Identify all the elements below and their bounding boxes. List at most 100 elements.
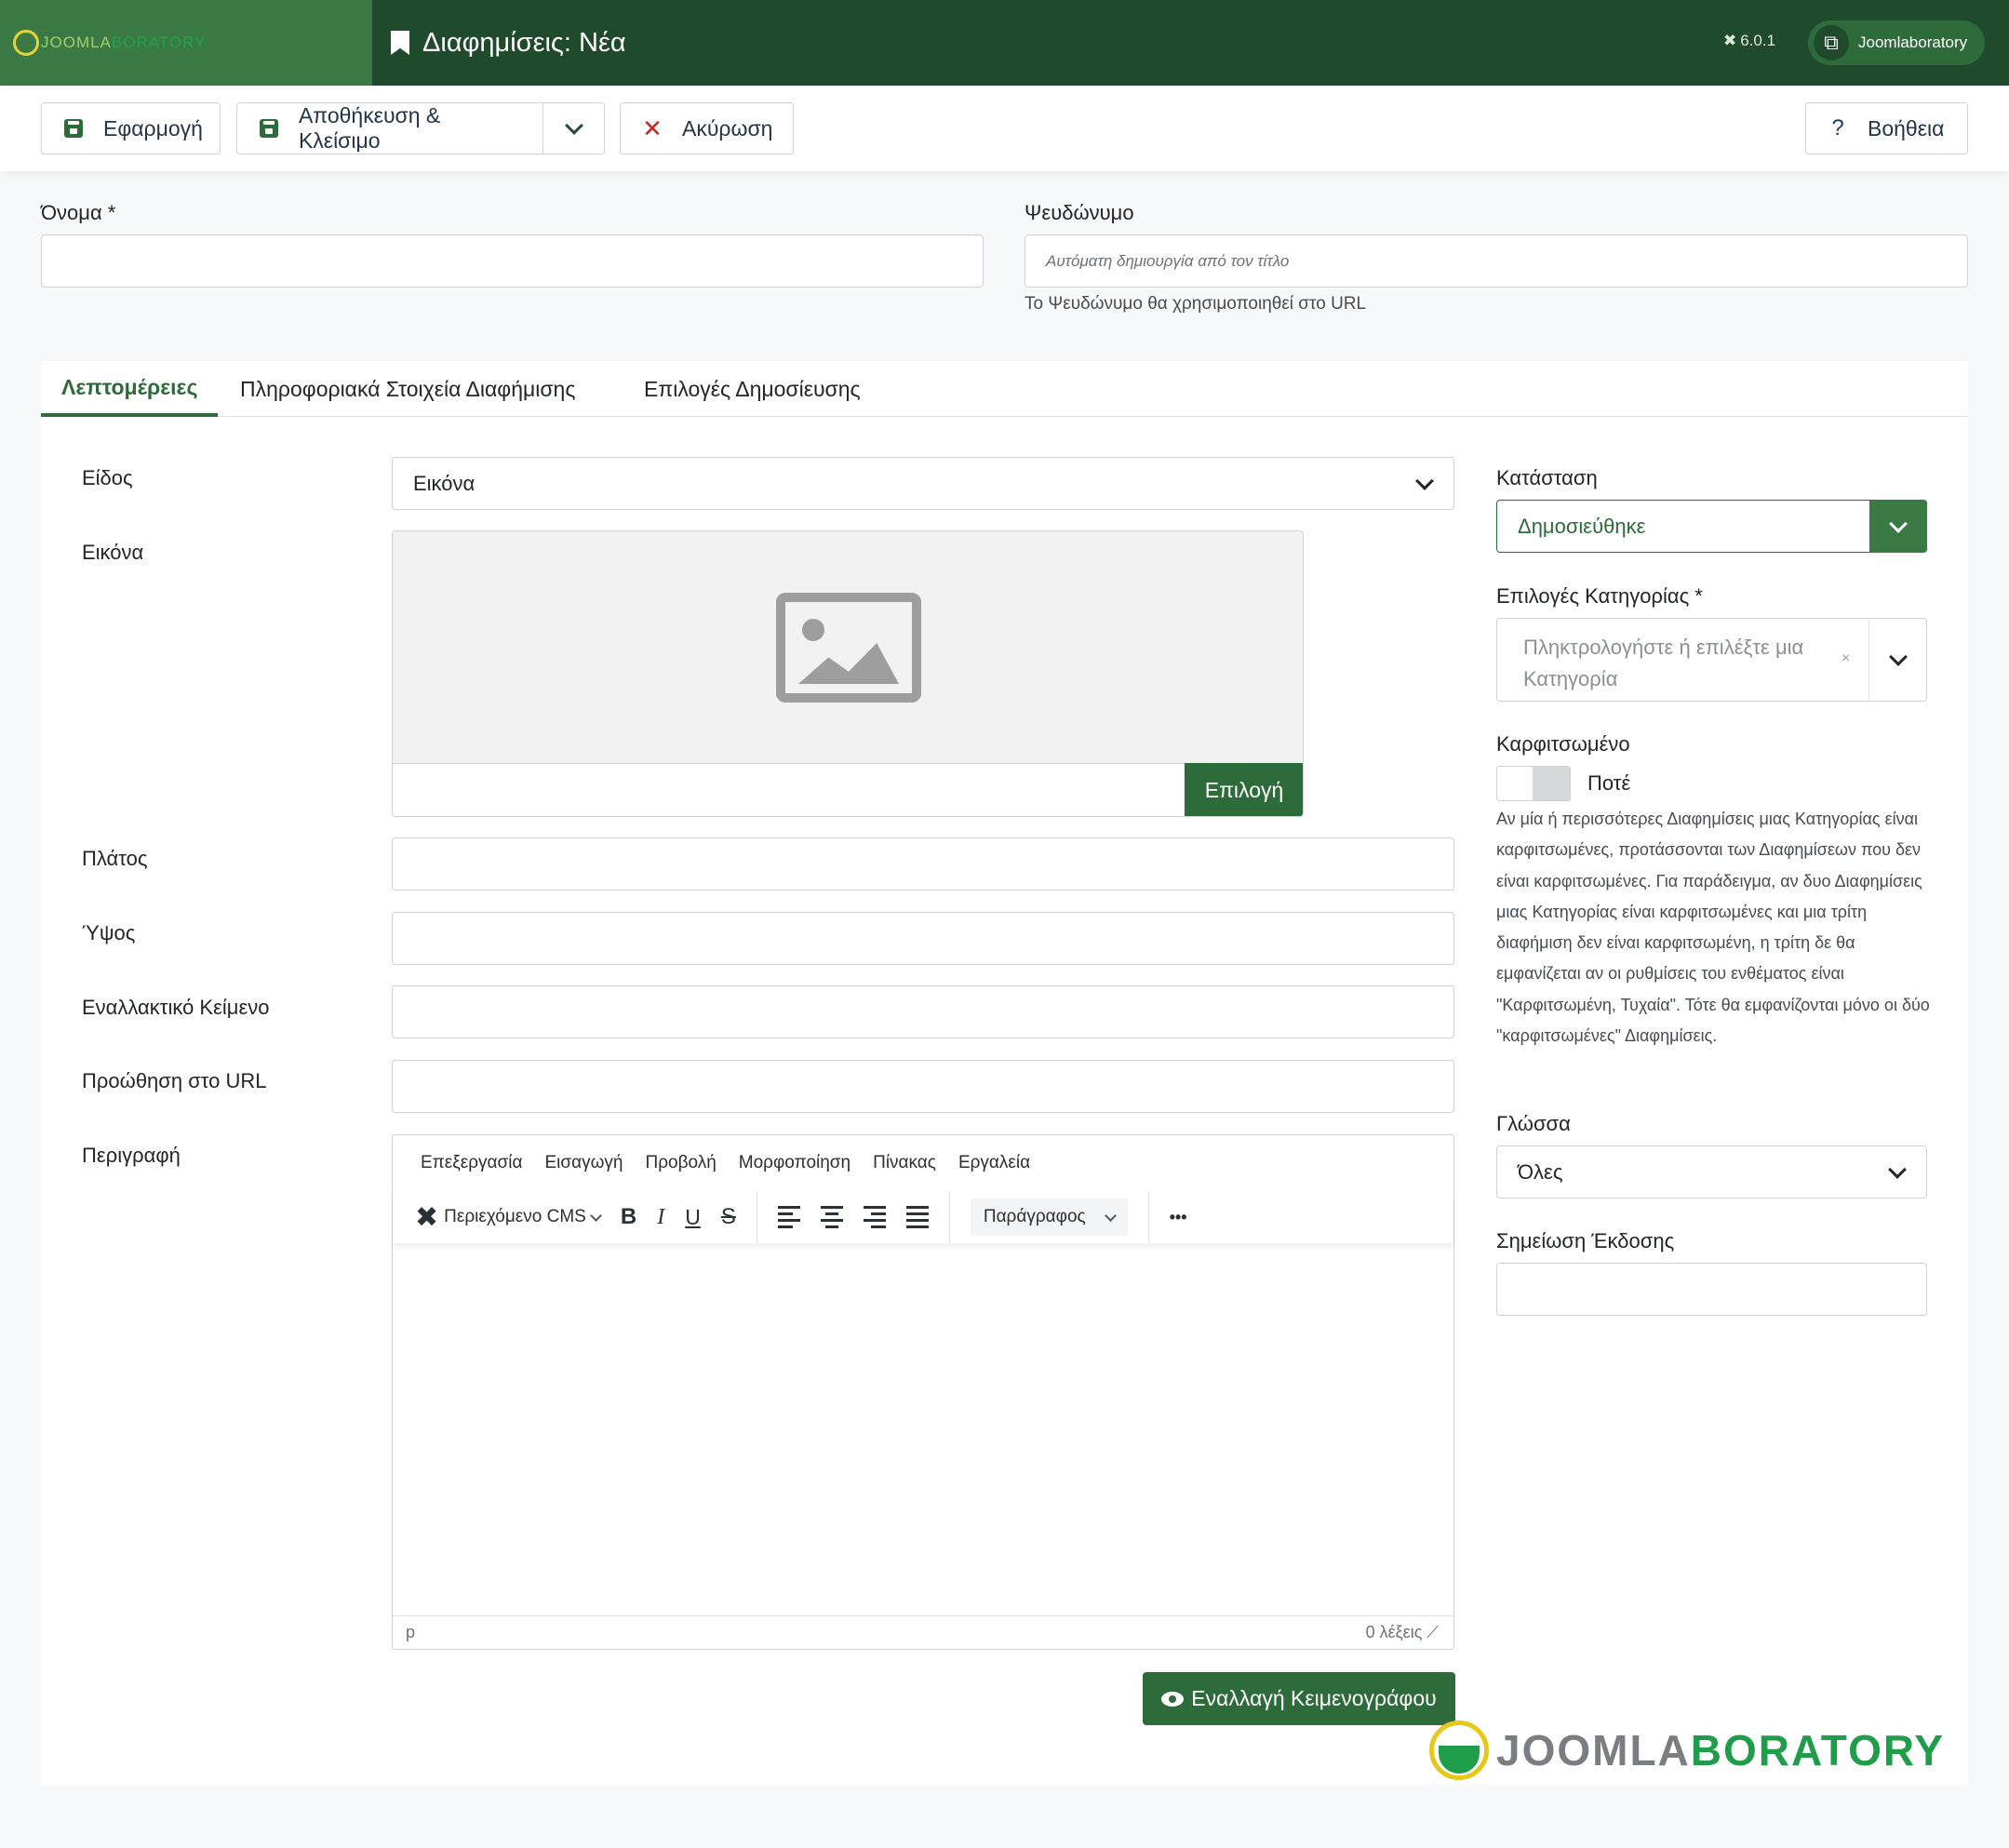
name-input[interactable] — [41, 234, 984, 288]
language-label: Γλώσσα — [1496, 1112, 1571, 1135]
save-icon — [259, 119, 278, 138]
category-placeholder: Πληκτρολογήστε ή επιλέξτε μια Κατηγορία — [1523, 636, 1804, 690]
menu-format[interactable]: Μορφοποίηση — [739, 1153, 850, 1173]
external-link-icon: ⧉ — [1814, 25, 1849, 60]
site-link-button[interactable]: ⧉ Joomlaboratory — [1808, 20, 1985, 65]
type-label: Είδος — [82, 466, 133, 489]
pinned-value: Ποτέ — [1587, 771, 1631, 795]
chevron-down-icon — [1888, 648, 1908, 666]
pinned-label: Καρφιτσωμένο — [1496, 732, 1630, 756]
resize-handle-icon[interactable]: ⟋ — [1426, 1623, 1439, 1641]
menu-insert[interactable]: Εισαγωγή — [544, 1153, 623, 1173]
chevron-down-icon — [1889, 514, 1908, 533]
pinned-toggle[interactable] — [1496, 766, 1571, 801]
align-justify-icon[interactable] — [905, 1206, 929, 1228]
menu-tools[interactable]: Εργαλεία — [958, 1153, 1030, 1173]
tab-banner-info[interactable]: Πληροφοριακά Στοιχεία Διαφήμισης — [220, 361, 596, 417]
watermark-logo: JOOMLABORATORY — [1429, 1718, 1945, 1783]
help-button[interactable]: ? Βοήθεια — [1805, 102, 1968, 154]
apply-button[interactable]: Εφαρμογή — [41, 102, 221, 154]
status-label: Κατάσταση — [1496, 466, 1598, 489]
save-dropdown-toggle[interactable] — [542, 103, 604, 154]
cancel-button[interactable]: ✕ Ακύρωση — [620, 102, 794, 154]
image-label: Εικόνα — [82, 541, 144, 564]
alias-placeholder: Αυτόματη δημιουργία από τον τίτλο — [1046, 252, 1290, 270]
joomla-logo-icon — [13, 30, 39, 56]
status-select[interactable]: Δημοσιεύθηκε — [1496, 500, 1927, 553]
chevron-down-icon — [589, 1209, 602, 1222]
align-center-icon[interactable] — [820, 1206, 843, 1228]
align-left-icon[interactable] — [777, 1206, 800, 1228]
chevron-down-icon — [564, 116, 583, 135]
editor-content-area[interactable] — [393, 1243, 1453, 1615]
image-placeholder-icon — [776, 593, 921, 703]
underline-button[interactable]: U — [685, 1205, 701, 1230]
strikethrough-button[interactable]: S — [721, 1204, 736, 1230]
editor-statusbar: p 0 λέξεις ⟋ — [393, 1615, 1453, 1649]
description-editor: Επεξεργασία Εισαγωγή Προβολή Μορφοποίηση… — [392, 1134, 1454, 1650]
menu-view[interactable]: Προβολή — [645, 1153, 716, 1173]
description-label: Περιγραφή — [82, 1144, 181, 1167]
height-input[interactable] — [392, 912, 1454, 965]
clear-icon[interactable]: × — [1842, 650, 1850, 667]
version-note-label: Σημείωση Έκδοσης — [1496, 1229, 1675, 1252]
category-select[interactable]: Πληκτρολογήστε ή επιλέξτε μια Κατηγορία … — [1496, 618, 1927, 702]
italic-button[interactable]: I — [657, 1205, 664, 1230]
toolbar: Εφαρμογή Αποθήκευση & Κλείσιμο ✕ Ακύρωση… — [0, 86, 2009, 171]
top-header: JOOMLABORATORY Διαφημίσεις: Νέα ✖ 6.0.1 … — [0, 0, 2009, 86]
toggle-editor-button[interactable]: Εναλλαγή Κειμενογράφου — [1143, 1672, 1455, 1725]
pinned-description: Αν μία ή περισσότερες Διαφημίσεις μιας Κ… — [1496, 810, 1930, 1046]
language-select[interactable]: Όλες — [1496, 1145, 1927, 1199]
joomla-icon: ✖ — [415, 1201, 439, 1233]
alias-label: Ψευδώνυμο — [1025, 201, 1134, 224]
version-badge: ✖ 6.0.1 — [1723, 32, 1775, 50]
align-right-icon[interactable] — [863, 1206, 886, 1228]
more-icon[interactable]: ••• — [1170, 1208, 1187, 1227]
menu-edit[interactable]: Επεξεργασία — [421, 1153, 522, 1173]
question-icon: ? — [1831, 115, 1844, 141]
tab-details[interactable]: Λεπτομέρειες — [41, 361, 219, 417]
type-select[interactable]: Εικόνα — [392, 457, 1454, 510]
eye-icon — [1161, 1691, 1185, 1707]
menu-table[interactable]: Πίνακας — [873, 1153, 936, 1173]
page-title-text: Διαφημίσεις: Νέα — [422, 27, 626, 58]
name-label: Όνομα * — [41, 201, 116, 224]
version-text: 6.0.1 — [1740, 32, 1776, 49]
width-input[interactable] — [392, 837, 1454, 891]
alias-help: Το Ψευδώνυμο θα χρησιμοποιηθεί στο URL — [1025, 294, 1367, 314]
editor-menubar: Επεξεργασία Εισαγωγή Προβολή Μορφοποίηση… — [393, 1135, 1453, 1191]
save-close-button[interactable]: Αποθήκευση & Κλείσιμο — [236, 102, 605, 154]
paragraph-select[interactable]: Παράγραφος — [970, 1199, 1128, 1236]
alt-text-label: Εναλλακτικό Κείμενο — [82, 996, 270, 1019]
site-link-label: Joomlaboratory — [1858, 33, 1968, 51]
cms-content-button[interactable]: ✖ Περιεχόμενο CMS — [415, 1201, 602, 1234]
chevron-down-icon — [1415, 471, 1434, 490]
tab-publishing[interactable]: Επιλογές Δημοσίευσης — [623, 361, 881, 417]
chevron-down-icon — [1888, 1159, 1907, 1179]
alias-input[interactable]: Αυτόματη δημιουργία από τον τίτλο — [1025, 234, 1968, 288]
bold-button[interactable]: B — [621, 1204, 636, 1230]
toggle-knob — [1533, 767, 1570, 800]
editor-toolbar: ✖ Περιεχόμενο CMS B I U S Παράγραφος ••• — [393, 1191, 1453, 1243]
bookmark-icon — [391, 31, 409, 55]
page-title: Διαφημίσεις: Νέα — [391, 0, 626, 86]
image-select-button[interactable]: Επιλογή — [1185, 763, 1303, 816]
image-picker: Επιλογή — [392, 530, 1304, 817]
watermark-text: JOOMLABORATORY — [1496, 1726, 1946, 1774]
width-label: Πλάτος — [82, 847, 148, 870]
chevron-down-icon — [1104, 1209, 1117, 1222]
height-label: Ύψος — [82, 921, 136, 944]
word-count: 0 λέξεις ⟋ — [1365, 1623, 1439, 1641]
version-note-input[interactable] — [1496, 1263, 1927, 1316]
alt-text-input[interactable] — [392, 985, 1454, 1038]
image-preview — [393, 531, 1303, 764]
element-path[interactable]: p — [406, 1623, 415, 1642]
joomlaboratory-logo-icon — [1429, 1721, 1489, 1780]
brand-logo[interactable]: JOOMLABORATORY — [0, 0, 372, 86]
brand-text: JOOMLABORATORY — [41, 33, 207, 51]
tab-bar: Λεπτομέρειες Πληροφοριακά Στοιχεία Διαφή… — [41, 361, 1968, 417]
click-url-label: Προώθηση στο URL — [82, 1069, 267, 1092]
click-url-input[interactable] — [392, 1060, 1454, 1113]
close-icon: ✕ — [642, 114, 663, 142]
joomla-icon: ✖ — [1723, 32, 1737, 49]
